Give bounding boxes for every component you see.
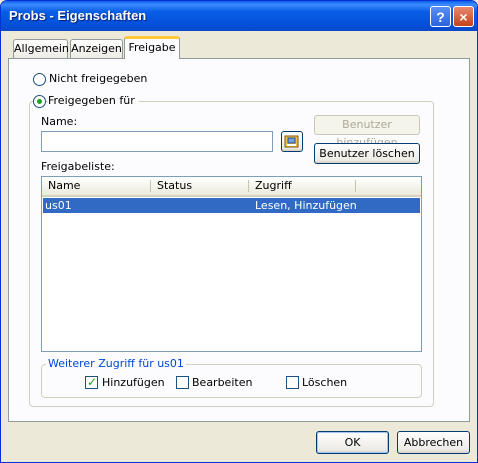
checkbox-edit[interactable] bbox=[176, 376, 189, 389]
sharelist-header: Name Status Zugriff bbox=[42, 177, 421, 197]
not-shared-text: Nicht freigegeben bbox=[49, 72, 148, 85]
access-group-title: Weiterer Zugriff für us01 bbox=[46, 357, 186, 370]
checkbox-delete-label[interactable]: Löschen bbox=[302, 376, 347, 389]
cancel-button[interactable]: Abbrechen bbox=[397, 431, 470, 454]
column-access-text: Zugriff bbox=[255, 179, 292, 192]
checkmark-icon: ✓ bbox=[87, 375, 98, 389]
ok-button[interactable]: OK bbox=[316, 431, 389, 454]
properties-dialog: Probs - Eigenschaften ? × Allgemein Anze… bbox=[0, 0, 478, 463]
checkbox-edit-label[interactable]: Bearbeiten bbox=[192, 376, 252, 389]
radio-not-shared[interactable] bbox=[33, 73, 46, 86]
name-label: Name: bbox=[41, 115, 78, 128]
row-access-cell: Lesen, Hinzufügen bbox=[255, 199, 357, 212]
column-name-text: Name bbox=[48, 179, 81, 192]
radio-shared-for-label[interactable]: Freigegeben für bbox=[48, 94, 139, 107]
close-button[interactable]: × bbox=[453, 6, 474, 27]
radio-shared-for[interactable] bbox=[33, 95, 46, 108]
delete-user-button[interactable]: Benutzer löschen bbox=[314, 143, 420, 164]
radio-selected-dot bbox=[37, 99, 42, 104]
column-header-status[interactable]: Status bbox=[151, 177, 249, 195]
name-input[interactable] bbox=[41, 131, 273, 152]
help-button[interactable]: ? bbox=[430, 6, 451, 27]
checkbox-add[interactable]: ✓ bbox=[85, 375, 98, 389]
tab-allgemein[interactable]: Allgemein bbox=[13, 39, 69, 58]
sharelist-label: Freigabeliste: bbox=[41, 160, 115, 173]
table-row[interactable]: us01 Lesen, Hinzufügen bbox=[43, 198, 420, 213]
row-name-cell: us01 bbox=[45, 199, 72, 212]
column-status-text: Status bbox=[157, 179, 193, 192]
window-title: Probs - Eigenschaften bbox=[9, 8, 147, 23]
checkbox-delete[interactable] bbox=[286, 376, 299, 389]
browse-users-button[interactable] bbox=[281, 131, 303, 152]
title-bar[interactable]: Probs - Eigenschaften ? × bbox=[1, 1, 477, 31]
add-user-button[interactable]: Benutzer hinzufügen bbox=[314, 115, 420, 149]
column-header-name[interactable]: Name bbox=[42, 177, 151, 195]
radio-not-shared-label[interactable]: Nicht freigegeben bbox=[49, 72, 147, 85]
tab-freigabe[interactable]: Freigabe bbox=[124, 36, 180, 59]
tab-anzeigen[interactable]: Anzeigen bbox=[70, 39, 123, 58]
address-book-icon bbox=[284, 135, 299, 148]
sharelist[interactable]: Name Status Zugriff us01 Lesen, Hinzufüg… bbox=[41, 176, 422, 352]
column-header-access[interactable]: Zugriff bbox=[249, 177, 356, 195]
checkbox-add-label[interactable]: Hinzufügen bbox=[102, 376, 165, 389]
